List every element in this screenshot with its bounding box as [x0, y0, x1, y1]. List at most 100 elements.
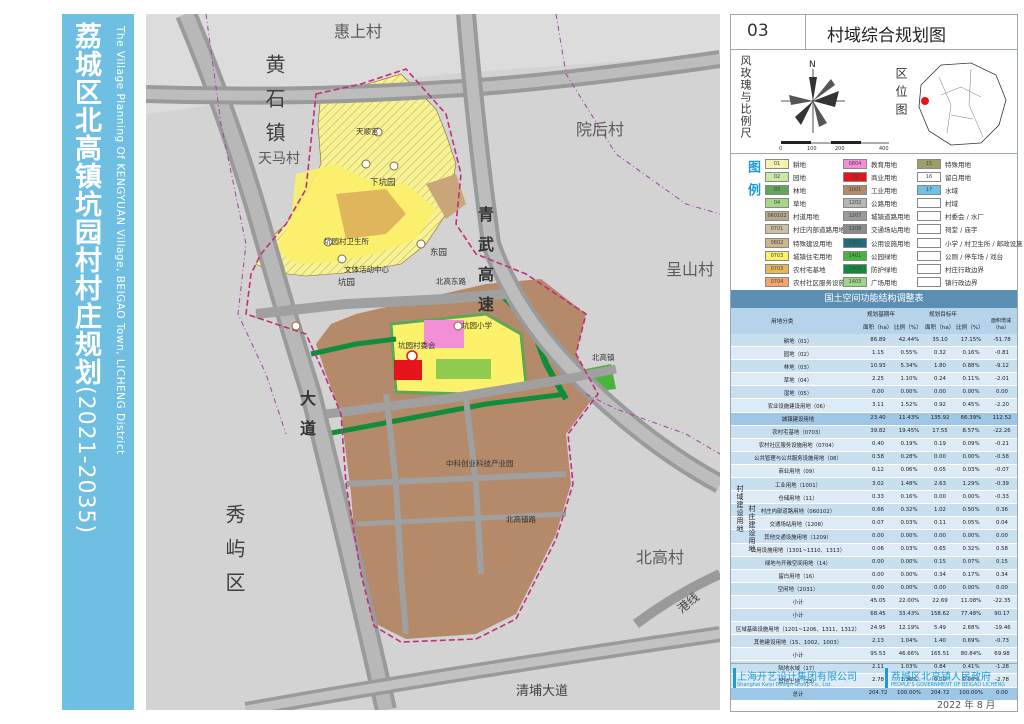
- table-row: 公用设施用地（1301~1310、1313） 0.06 0.03% 0.65 0.32%…: [731, 543, 1017, 557]
- table-cell: 0.33: [871, 493, 884, 500]
- label-chengshan: 呈山村: [666, 260, 715, 279]
- legend-label: 园地: [793, 173, 806, 182]
- table-cell: 39.82: [870, 428, 886, 435]
- table-row: 农村社区服务设施用地（0704） 0.40 0.19% 0.19 0.09% -0.21: [731, 438, 1017, 452]
- legend-swatch: [917, 250, 941, 261]
- table-cell: 城镇建设用地: [781, 417, 815, 424]
- legend-swatch: [917, 264, 941, 274]
- legend-label: 城镇住宅用地: [793, 252, 832, 261]
- table-cell: 17.15%: [960, 336, 982, 343]
- table-cell: 0.58: [871, 454, 884, 461]
- col-target: 规划目标年: [929, 312, 957, 318]
- legend-label: 村道用地: [793, 213, 819, 222]
- table-cell: -22.26: [993, 428, 1011, 435]
- poi-town: 北高镇: [592, 353, 615, 362]
- legend-label: 小学 / 村卫生所 / 邮政设施: [945, 239, 1023, 248]
- table-cell: 0.00%: [962, 388, 980, 395]
- poi-committee: 坑园村委会: [398, 341, 436, 350]
- table-cell: 17.55: [932, 428, 948, 435]
- table-cell: 0.65: [933, 546, 946, 552]
- table-row: 农村宅基地（0703） 39.82 19.45% 17.55 8.57% -22.26: [731, 425, 1017, 439]
- table-cell: 0.16%: [900, 493, 918, 500]
- table-cell: 0.07: [871, 519, 884, 526]
- legend-swatch: 15: [917, 158, 941, 169]
- table-cell: 0.11%: [962, 375, 980, 382]
- scale-400: 400: [879, 146, 889, 151]
- table-title: 国土空间功能结构调整表: [731, 290, 1017, 308]
- table-cell: 2.63: [933, 480, 946, 487]
- table-cell: 5.34%: [900, 362, 918, 369]
- scale-100: 100: [807, 146, 817, 151]
- gov-name-en: PEOPLE'S GOVERNMENT OF BEIGAO LICHENG: [891, 682, 1006, 688]
- table-cell: 0.00%: [900, 572, 918, 579]
- table-cell: 0.17%: [962, 572, 980, 579]
- table-cell: 12.19%: [898, 624, 920, 631]
- table-cell: 0.00: [933, 585, 946, 592]
- poi-culture: 文体活动中心: [344, 265, 389, 274]
- table-cell: 0.03%: [962, 467, 980, 474]
- label-beigao: 北高村: [636, 548, 685, 567]
- school-marker: [453, 321, 463, 331]
- legend-label: 交通场站用地: [871, 226, 910, 235]
- panel-header: 03 村域综合规划图: [731, 15, 1017, 50]
- table-cell: 22.69: [932, 598, 948, 605]
- table-cell: -2.01: [995, 375, 1009, 382]
- legend-item: 0804 教育用地: [843, 158, 910, 169]
- table-cell: 3.11: [871, 401, 884, 408]
- legend-swatch: 01: [765, 158, 789, 169]
- legend-item: 1207 城镇道路用地: [843, 211, 910, 222]
- legend-item: 1001 工业用地: [843, 184, 910, 195]
- legend-swatch: 0802: [765, 237, 789, 248]
- table-row: 园地（02） 1.15 0.55% 0.32 0.16% -0.81: [731, 347, 1017, 361]
- label-qingwu: 青武高速: [475, 206, 494, 326]
- legend-label: 草地: [793, 200, 806, 209]
- col-base: 规划基期年: [867, 312, 895, 318]
- table-cell: 农村宅基地（0703）: [772, 430, 824, 437]
- legend-swatch: 060102: [765, 211, 789, 222]
- table-cell: 0.12: [871, 467, 884, 474]
- scale-0: 0: [779, 146, 782, 151]
- table-cell: 5.49: [933, 624, 946, 631]
- legend-label: 村委会 / 水厂: [945, 213, 984, 222]
- table-cell: 0.03%: [900, 519, 918, 526]
- table-row: 交通场站用地（1208） 0.07 0.03% 0.11 0.05% 0.04: [731, 517, 1017, 531]
- table-cell: 45.05: [870, 598, 886, 605]
- table-cell: 园地（02）: [783, 351, 813, 358]
- legend-item: 1403 广场用地: [843, 277, 910, 288]
- table-cell: 0.50%: [962, 506, 980, 513]
- legend-item: 1301 公用设施用地: [843, 237, 910, 248]
- table-cell: 0.24: [933, 375, 946, 382]
- table-cell: 165.51: [930, 650, 950, 657]
- table-row: 城镇建设用地 23.40 11.43% 135.92 66.39% 112.52: [731, 412, 1017, 426]
- table-cell: 22.00%: [898, 598, 920, 605]
- table-row: 林地（03） 10.93 5.34% 1.80 0.88% -9.12: [731, 360, 1017, 374]
- table-cell: -19.46: [993, 624, 1011, 631]
- legend-label: 水域: [945, 186, 958, 195]
- legend-swatch: [917, 277, 941, 288]
- legend-swatch: 0704: [765, 277, 789, 288]
- location-label: 区位图: [894, 67, 908, 121]
- legend-label: 城镇道路用地: [871, 213, 910, 222]
- table-cell: -22.35: [993, 598, 1011, 605]
- table-cell: 0.00: [995, 532, 1008, 539]
- legend-item: 09 商业用地: [843, 171, 910, 182]
- label-qingpu: 清埔大道: [516, 684, 569, 699]
- table-cell: -0.81: [995, 349, 1009, 356]
- legend-swatch: 1403: [843, 277, 867, 288]
- plan-date: 2022 年 8 月: [937, 700, 996, 711]
- table-cell: 42.44%: [898, 336, 920, 343]
- planning-map[interactable]: 惠上村 黄石镇 天马村 院后村 呈山村 秀屿区 北高村 大道 青武高速 清埔大道…: [146, 14, 720, 710]
- table-cell: 0.00%: [962, 532, 980, 539]
- table-cell: 1.29%: [962, 480, 980, 487]
- legend-swatch: 0804: [843, 158, 867, 169]
- label-xiuyu: 秀屿区: [222, 504, 246, 606]
- table-row: 工业用地（1001） 3.02 1.48% 2.63 1.29% -0.39: [731, 478, 1017, 492]
- table-cell: 农业设施建设用地（06）: [767, 403, 829, 410]
- table-cell: 耕地（01）: [783, 338, 813, 345]
- table-row: 区域基础设施用地（1201~1206、1311、1312） 24.95 12.19%…: [731, 622, 1017, 636]
- legend-label: 广场用地: [871, 279, 897, 288]
- table-cell: 0.00: [933, 532, 946, 539]
- table-cell: 绿地与开敞空间用地（14）: [764, 561, 832, 568]
- table-cell: 0.00%: [962, 454, 980, 461]
- company-name-en: Shanghai Kaiyi Design Group Co., Ltd.: [737, 682, 832, 688]
